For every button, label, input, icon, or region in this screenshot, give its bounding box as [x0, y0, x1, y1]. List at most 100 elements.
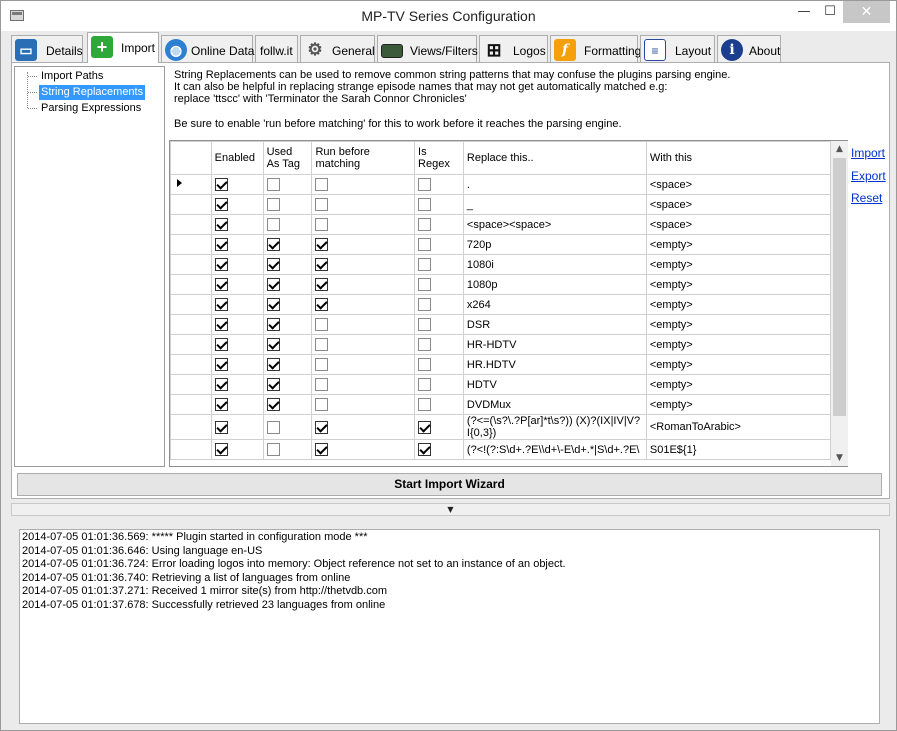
with-this-cell[interactable]: <empty>: [645, 234, 831, 255]
replace-this-cell[interactable]: (?<=(\s?\.?P[ar]*t\s?)) (X)?(IX|IV|V?I{0…: [462, 414, 647, 440]
checkbox-cell[interactable]: [414, 174, 464, 195]
table-row[interactable]: x264 <empty>: [170, 294, 831, 315]
checkbox-cell[interactable]: [311, 214, 416, 235]
used-as-tag-checkbox[interactable]: [266, 238, 280, 251]
checkbox-cell[interactable]: [414, 254, 464, 275]
row-header[interactable]: [170, 374, 212, 395]
with-this-cell[interactable]: <space>: [645, 194, 831, 215]
used-as-tag-checkbox[interactable]: [266, 198, 280, 211]
tab-logos[interactable]: ⊞ Logos: [479, 35, 548, 62]
row-header[interactable]: [170, 234, 212, 255]
run-before-matching-checkbox[interactable]: [315, 398, 329, 411]
checkbox-cell[interactable]: [414, 314, 464, 335]
tab-follwit[interactable]: follw.it: [255, 35, 298, 62]
replace-this-cell[interactable]: HR-HDTV: [462, 334, 647, 355]
run-before-matching-checkbox[interactable]: [315, 318, 329, 331]
used-as-tag-checkbox[interactable]: [266, 398, 280, 411]
checkbox-cell[interactable]: [210, 234, 264, 255]
replace-this-cell[interactable]: _: [462, 194, 647, 215]
tab-layout[interactable]: ≡ Layout: [640, 35, 715, 62]
tree-item-string-replacements[interactable]: String Replacements: [39, 85, 146, 100]
row-header[interactable]: [170, 354, 212, 375]
splitter-arrow-icon[interactable]: ▼: [447, 505, 453, 514]
checkbox-cell[interactable]: [262, 294, 313, 315]
replace-this-cell[interactable]: 1080p: [462, 274, 647, 295]
import-link[interactable]: Import: [851, 146, 885, 160]
checkbox-cell[interactable]: [311, 314, 416, 335]
replace-this-cell[interactable]: (?<!(?:S\d+.?E\\d+\-E\d+.*|S\d+.?E\: [462, 439, 647, 460]
checkbox-cell[interactable]: [311, 254, 416, 275]
checkbox-cell[interactable]: [414, 394, 464, 415]
run-before-matching-checkbox[interactable]: [315, 443, 329, 456]
panel-splitter[interactable]: ▼: [11, 503, 890, 516]
replace-this-cell[interactable]: HDTV: [462, 374, 647, 395]
col-header-replace-this[interactable]: Replace this..: [462, 141, 647, 175]
with-this-cell[interactable]: <empty>: [645, 374, 831, 395]
checkbox-cell[interactable]: [210, 374, 264, 395]
enabled-checkbox[interactable]: [214, 298, 228, 311]
run-before-matching-checkbox[interactable]: [315, 218, 329, 231]
is-regex-checkbox[interactable]: [418, 420, 432, 434]
checkbox-cell[interactable]: [262, 354, 313, 375]
row-header[interactable]: [170, 334, 212, 355]
table-row[interactable]: 1080p <empty>: [170, 274, 831, 295]
table-row[interactable]: 1080i <empty>: [170, 254, 831, 275]
tab-import[interactable]: + Import: [87, 32, 159, 63]
enabled-checkbox[interactable]: [214, 338, 228, 351]
checkbox-cell[interactable]: [311, 274, 416, 295]
run-before-matching-checkbox[interactable]: [315, 338, 329, 351]
used-as-tag-checkbox[interactable]: [266, 298, 280, 311]
checkbox-cell[interactable]: [210, 394, 264, 415]
checkbox-cell[interactable]: [311, 414, 416, 440]
is-regex-checkbox[interactable]: [418, 443, 432, 456]
start-import-wizard-button[interactable]: Start Import Wizard: [17, 473, 882, 496]
col-header-with-this[interactable]: With this: [645, 141, 831, 175]
scroll-thumb[interactable]: [833, 158, 846, 416]
with-this-cell[interactable]: <RomanToArabic>: [645, 414, 831, 440]
enabled-checkbox[interactable]: [214, 198, 228, 211]
checkbox-cell[interactable]: [311, 194, 416, 215]
maximize-button[interactable]: ☐: [817, 1, 843, 23]
checkbox-cell[interactable]: [414, 274, 464, 295]
checkbox-cell[interactable]: [311, 294, 416, 315]
enabled-checkbox[interactable]: [214, 258, 228, 271]
enabled-checkbox[interactable]: [214, 398, 228, 411]
with-this-cell[interactable]: <empty>: [645, 394, 831, 415]
checkbox-cell[interactable]: [210, 334, 264, 355]
checkbox-cell[interactable]: [414, 334, 464, 355]
table-row[interactable]: (?<=(\s?\.?P[ar]*t\s?)) (X)?(IX|IV|V?I{0…: [170, 414, 831, 440]
with-this-cell[interactable]: <empty>: [645, 314, 831, 335]
is-regex-checkbox[interactable]: [418, 238, 432, 251]
used-as-tag-checkbox[interactable]: [266, 338, 280, 351]
checkbox-cell[interactable]: [210, 314, 264, 335]
enabled-checkbox[interactable]: [214, 358, 228, 371]
minimize-button[interactable]: —: [791, 1, 817, 23]
run-before-matching-checkbox[interactable]: [315, 198, 329, 211]
checkbox-cell[interactable]: [311, 174, 416, 195]
table-row[interactable]: HR.HDTV <empty>: [170, 354, 831, 375]
checkbox-cell[interactable]: [210, 274, 264, 295]
checkbox-cell[interactable]: [311, 234, 416, 255]
checkbox-cell[interactable]: [210, 174, 264, 195]
checkbox-cell[interactable]: [414, 439, 464, 460]
enabled-checkbox[interactable]: [214, 378, 228, 391]
with-this-cell[interactable]: <space>: [645, 174, 831, 195]
tab-online-data[interactable]: ◍ Online Data: [161, 35, 254, 62]
run-before-matching-checkbox[interactable]: [315, 178, 329, 191]
run-before-matching-checkbox[interactable]: [315, 358, 329, 371]
is-regex-checkbox[interactable]: [418, 318, 432, 331]
is-regex-checkbox[interactable]: [418, 198, 432, 211]
checkbox-cell[interactable]: [262, 414, 313, 440]
run-before-matching-checkbox[interactable]: [315, 258, 329, 271]
used-as-tag-checkbox[interactable]: [266, 218, 280, 231]
close-button[interactable]: ✕: [843, 1, 890, 23]
checkbox-cell[interactable]: [311, 354, 416, 375]
col-header-run-before-matching[interactable]: Run before matching: [311, 141, 416, 175]
checkbox-cell[interactable]: [262, 374, 313, 395]
run-before-matching-checkbox[interactable]: [315, 298, 329, 311]
replace-this-cell[interactable]: x264: [462, 294, 647, 315]
checkbox-cell[interactable]: [210, 254, 264, 275]
export-link[interactable]: Export: [851, 169, 886, 183]
log-output[interactable]: 2014-07-05 01:01:36.569: ***** Plugin st…: [19, 529, 880, 724]
is-regex-checkbox[interactable]: [418, 398, 432, 411]
